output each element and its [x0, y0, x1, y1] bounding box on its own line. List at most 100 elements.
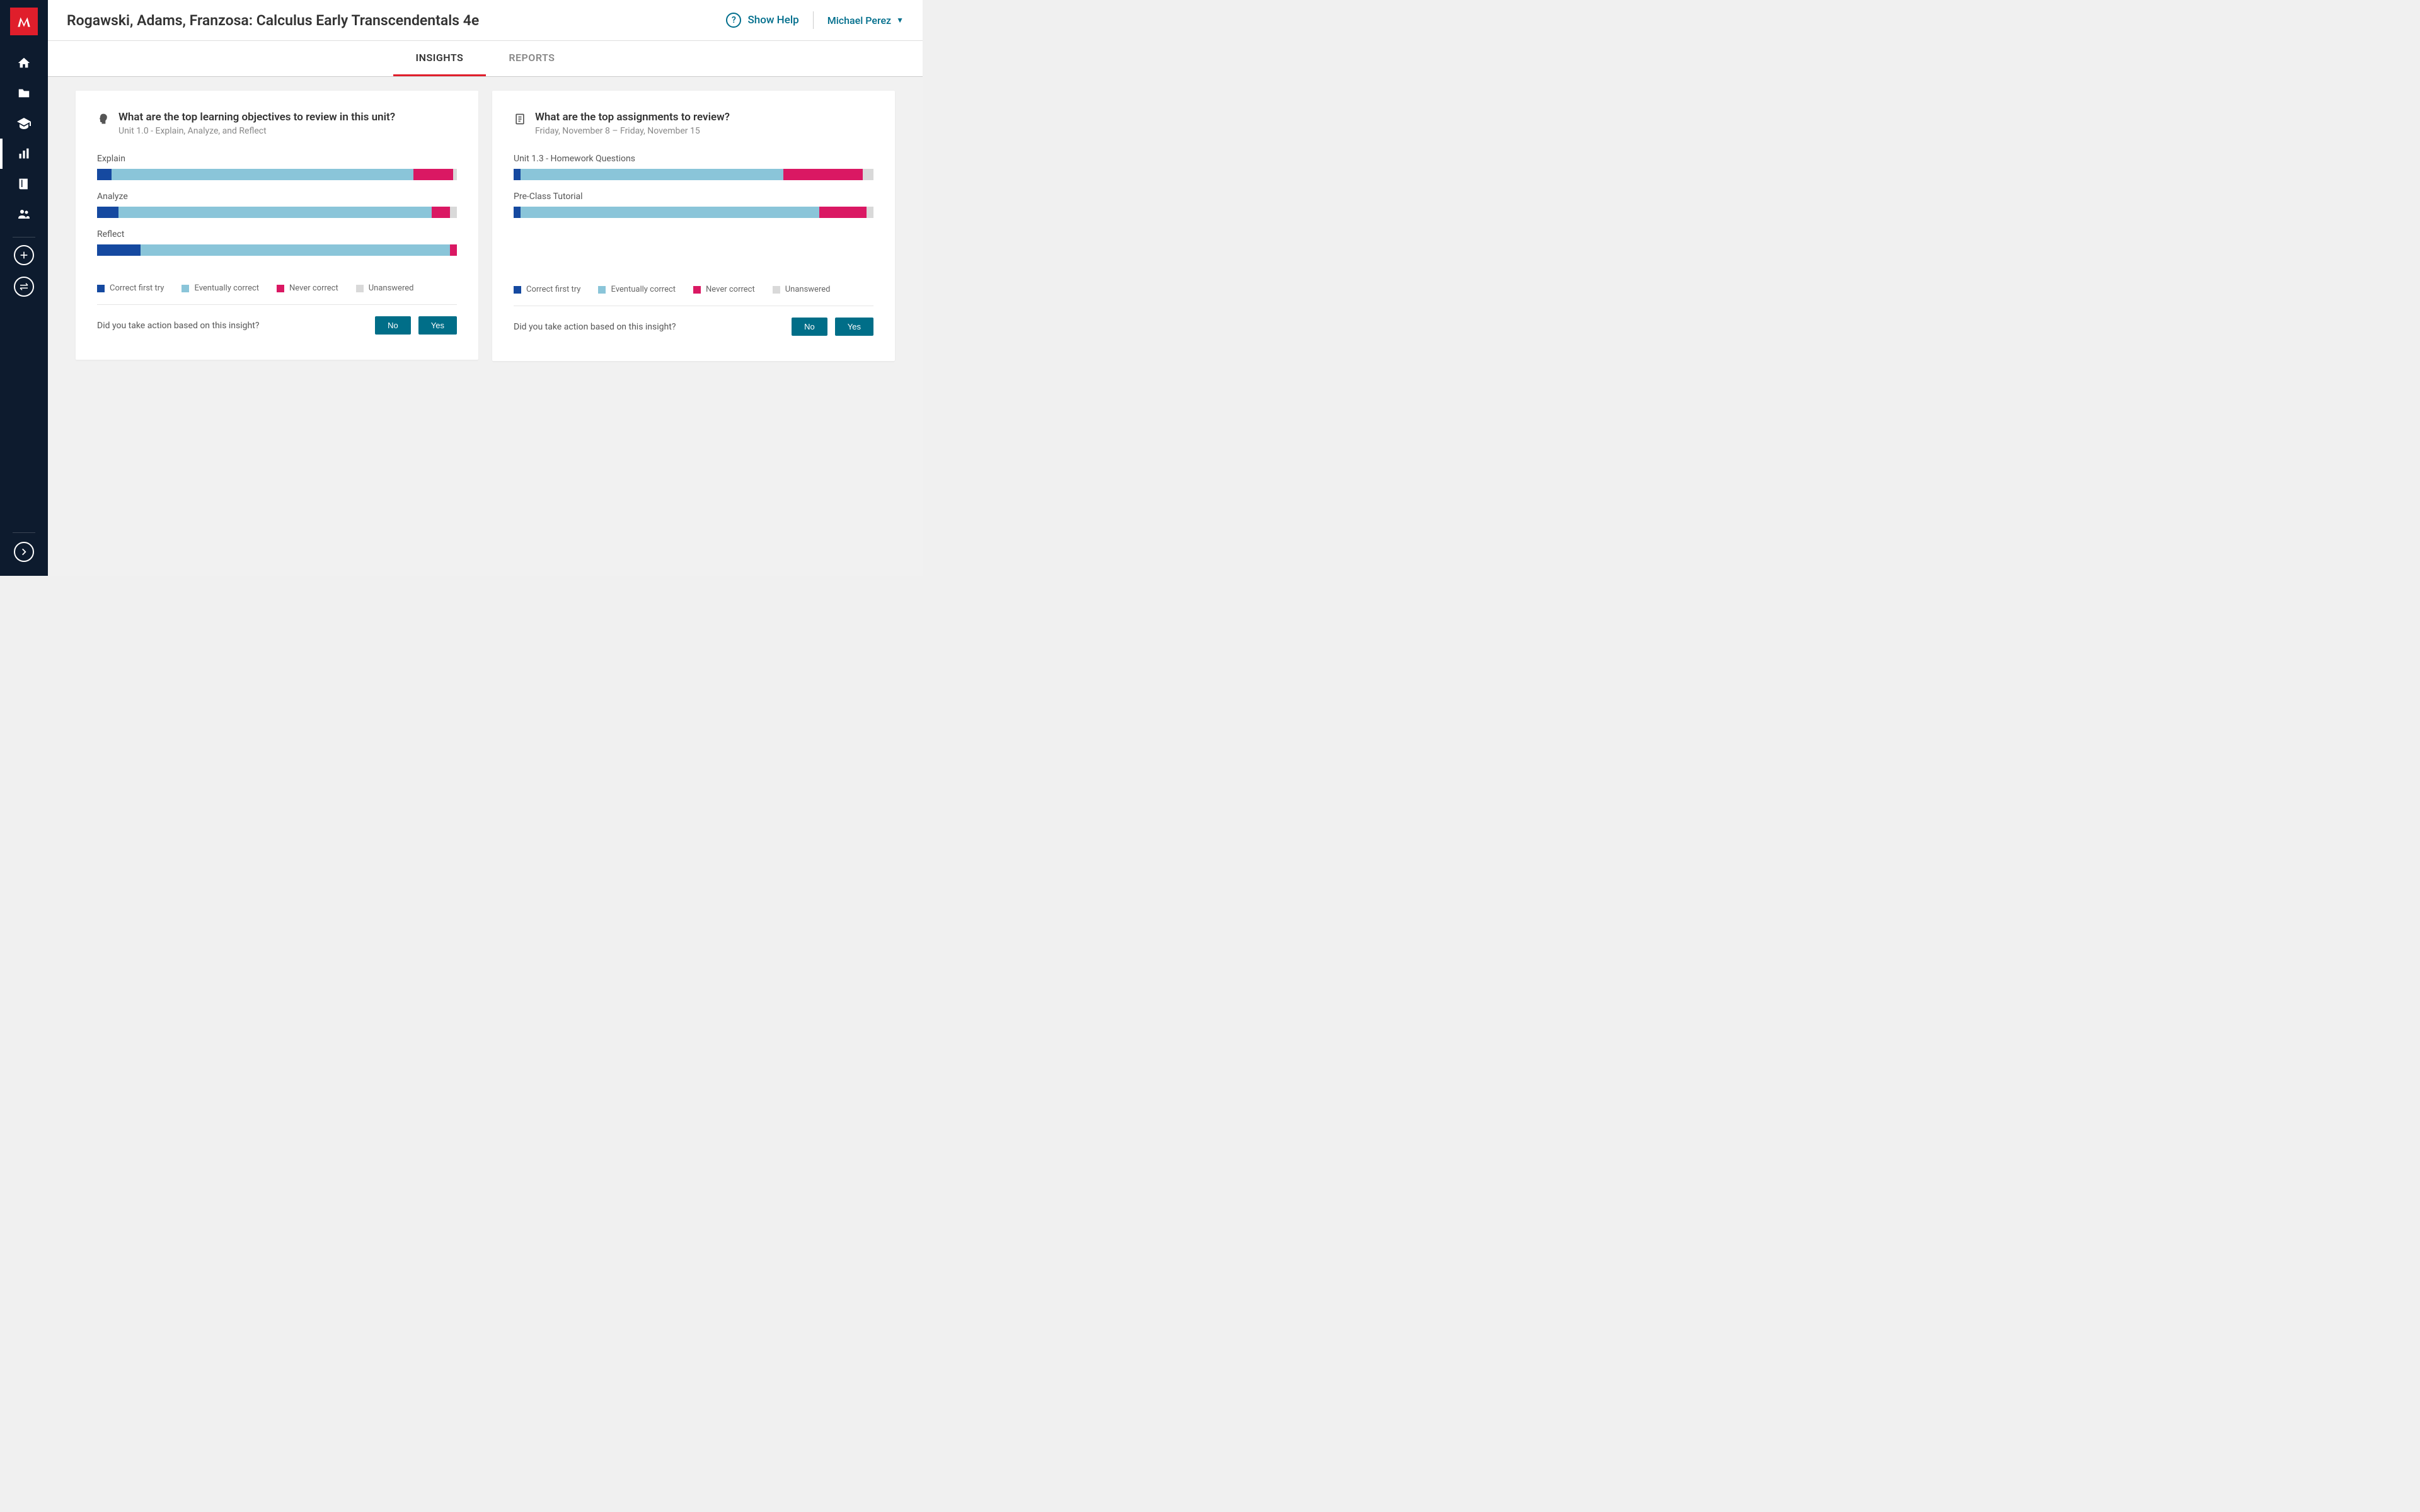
bar-seg-eventually [141, 244, 450, 256]
header: Rogawski, Adams, Franzosa: Calculus Earl… [48, 0, 923, 40]
legend: Correct first try Eventually correct Nev… [492, 276, 895, 306]
bar-seg-correct [97, 169, 112, 180]
show-help-link[interactable]: ? Show Help [726, 13, 798, 28]
chevron-right-icon [20, 547, 28, 556]
swap-icon [18, 281, 30, 292]
stacked-bar[interactable] [97, 244, 457, 256]
feedback-prompt: Did you take action based on this insigh… [514, 322, 784, 332]
legend-label: Never correct [706, 285, 755, 294]
graduation-cap-icon [16, 116, 32, 131]
feedback-prompt: Did you take action based on this insigh… [97, 321, 367, 331]
tabs: INSIGHTS REPORTS [48, 40, 923, 77]
feedback-no-button[interactable]: No [375, 316, 411, 335]
caret-down-icon: ▼ [896, 16, 904, 25]
feedback-yes-button[interactable]: Yes [418, 316, 457, 335]
sidebar-item-people[interactable] [0, 199, 48, 229]
brand-logo[interactable] [10, 8, 38, 35]
sidebar-item-home[interactable] [0, 48, 48, 78]
stacked-bar[interactable] [97, 207, 457, 218]
header-divider [813, 11, 814, 29]
sidebar-item-analytics[interactable] [0, 139, 48, 169]
help-icon: ? [726, 13, 741, 28]
legend-correct: Correct first try [97, 284, 164, 293]
legend-never: Never correct [277, 284, 338, 293]
bar-row-homework: Unit 1.3 - Homework Questions [514, 154, 873, 180]
sidebar-item-education[interactable] [0, 108, 48, 139]
legend-label: Eventually correct [611, 285, 676, 294]
card-body: Unit 1.3 - Homework Questions Pre-Class … [492, 149, 895, 276]
card-title: What are the top learning objectives to … [118, 111, 395, 123]
legend-unanswered: Unanswered [773, 285, 831, 294]
user-name: Michael Perez [827, 14, 891, 26]
brand-logo-icon [16, 13, 32, 30]
sidebar-divider [13, 532, 35, 533]
sidebar [0, 0, 48, 576]
book-icon [18, 178, 30, 190]
legend-swatch [514, 286, 521, 294]
card-subtitle: Friday, November 8 – Friday, November 15 [535, 126, 730, 136]
bar-seg-correct [514, 169, 521, 180]
bar-chart-icon [18, 147, 30, 160]
legend-label: Never correct [289, 284, 338, 293]
legend-eventually: Eventually correct [182, 284, 259, 293]
sidebar-swap-button[interactable] [14, 277, 34, 297]
bar-seg-eventually [521, 169, 783, 180]
plus-icon [19, 250, 29, 260]
legend-swatch [693, 286, 701, 294]
legend-swatch [182, 285, 189, 292]
sidebar-item-book[interactable] [0, 169, 48, 199]
legend-eventually: Eventually correct [598, 285, 676, 294]
user-menu[interactable]: Michael Perez ▼ [827, 14, 904, 26]
bar-label: Unit 1.3 - Homework Questions [514, 154, 873, 164]
legend-swatch [97, 285, 105, 292]
bar-row-explain: Explain [97, 154, 457, 180]
legend-correct: Correct first try [514, 285, 580, 294]
bar-label: Explain [97, 154, 457, 164]
sidebar-divider [13, 237, 35, 238]
stacked-bar[interactable] [97, 169, 457, 180]
tab-insights[interactable]: INSIGHTS [393, 41, 487, 76]
bar-label: Pre-Class Tutorial [514, 192, 873, 202]
card-assignments: What are the top assignments to review? … [492, 91, 895, 361]
legend-label: Eventually correct [194, 284, 259, 293]
help-label: Show Help [747, 14, 798, 26]
bar-label: Analyze [97, 192, 457, 202]
card-header: What are the top learning objectives to … [76, 91, 478, 149]
bar-row-analyze: Analyze [97, 192, 457, 218]
legend-swatch [598, 286, 606, 294]
tab-reports[interactable]: REPORTS [486, 41, 577, 76]
bar-seg-unanswered [867, 207, 873, 218]
sidebar-expand-button[interactable] [14, 542, 34, 562]
bar-seg-never [783, 169, 863, 180]
bar-label: Reflect [97, 229, 457, 239]
bar-seg-correct [514, 207, 521, 218]
bar-seg-never [432, 207, 450, 218]
head-silhouette-icon [97, 113, 110, 125]
feedback-yes-button[interactable]: Yes [835, 318, 873, 336]
stacked-bar[interactable] [514, 169, 873, 180]
sidebar-item-folder[interactable] [0, 78, 48, 108]
bar-seg-never [819, 207, 866, 218]
legend-label: Correct first try [110, 284, 164, 293]
card-header: What are the top assignments to review? … [492, 91, 895, 149]
card-learning-objectives: What are the top learning objectives to … [76, 91, 478, 360]
bar-seg-correct [97, 244, 141, 256]
home-icon [17, 56, 31, 70]
bar-seg-correct [97, 207, 118, 218]
feedback-row: Did you take action based on this insigh… [492, 306, 895, 336]
legend-label: Unanswered [785, 285, 831, 294]
bar-seg-eventually [118, 207, 432, 218]
bar-seg-eventually [521, 207, 819, 218]
stacked-bar[interactable] [514, 207, 873, 218]
page-title: Rogawski, Adams, Franzosa: Calculus Earl… [67, 12, 479, 29]
card-title: What are the top assignments to review? [535, 111, 730, 123]
feedback-no-button[interactable]: No [792, 318, 827, 336]
legend: Correct first try Eventually correct Nev… [76, 275, 478, 304]
sidebar-add-button[interactable] [14, 245, 34, 265]
bar-seg-unanswered [450, 207, 457, 218]
card-body: Explain Analyze [76, 149, 478, 275]
content-area: What are the top learning objectives to … [48, 77, 923, 576]
legend-swatch [773, 286, 780, 294]
bar-seg-never [450, 244, 457, 256]
legend-label: Correct first try [526, 285, 580, 294]
